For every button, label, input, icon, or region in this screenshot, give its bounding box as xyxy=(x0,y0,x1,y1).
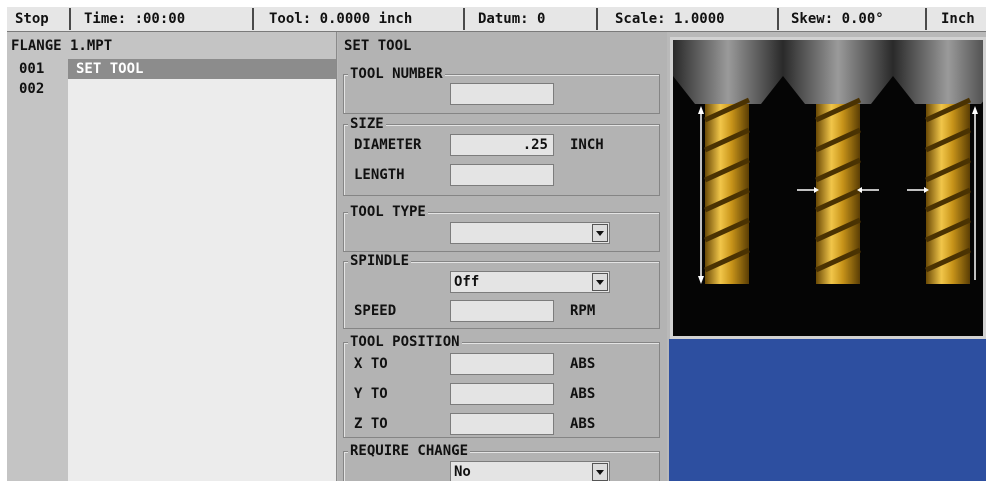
tool-preview-panel xyxy=(670,37,986,339)
x-to-unit: ABS xyxy=(570,356,596,372)
program-panel: FLANGE 1.MPT 001 002 SET TOOL xyxy=(7,32,337,481)
diameter-label: DIAMETER xyxy=(354,137,422,153)
chevron-down-icon[interactable] xyxy=(592,273,608,291)
divider xyxy=(777,8,779,30)
diameter-field[interactable]: .25 xyxy=(450,134,554,156)
x-to-label: X TO xyxy=(354,356,388,372)
run-time: Time: :00:00 xyxy=(84,11,186,27)
require-change-label: REQUIRE CHANGE xyxy=(348,443,471,459)
tool-position-label: TOOL POSITION xyxy=(348,334,462,350)
size-label: SIZE xyxy=(348,116,386,132)
speed-field[interactable] xyxy=(450,300,554,322)
speed-label: SPEED xyxy=(354,303,397,319)
x-to-field[interactable] xyxy=(450,353,554,375)
size-group: SIZE DIAMETER .25 INCH LENGTH xyxy=(343,116,660,196)
datum-readout: Datum: 0 xyxy=(478,11,546,27)
status-bar: Stop Time: :00:00 Tool: 0.0000 inch Datu… xyxy=(7,7,986,32)
program-file-name: FLANGE 1.MPT xyxy=(11,38,113,54)
tool-type-label: TOOL TYPE xyxy=(348,204,428,220)
divider xyxy=(925,8,927,30)
spindle-label: SPINDLE xyxy=(348,253,412,269)
tool-number-label: TOOL NUMBER xyxy=(348,66,445,82)
divider xyxy=(69,8,71,30)
scale-readout: Scale: 1.0000 xyxy=(615,11,725,27)
z-to-field[interactable] xyxy=(450,413,554,435)
y-to-field[interactable] xyxy=(450,383,554,405)
chevron-down-icon[interactable] xyxy=(592,224,608,242)
line-number: 002 xyxy=(19,81,45,97)
require-change-dropdown[interactable]: No xyxy=(450,461,610,481)
tool-length-icon xyxy=(673,40,783,284)
tool-number-group: TOOL NUMBER xyxy=(343,66,660,114)
tool-readout: Tool: 0.0000 inch xyxy=(269,11,413,27)
y-to-label: Y TO xyxy=(354,386,388,402)
divider xyxy=(596,8,598,30)
diameter-unit: INCH xyxy=(570,137,604,153)
tool-diameter-icon xyxy=(783,40,893,284)
length-label: LENGTH xyxy=(354,167,405,183)
speed-unit: RPM xyxy=(570,303,596,319)
tool-number-field[interactable] xyxy=(450,83,554,105)
program-line[interactable] xyxy=(68,79,336,99)
length-field[interactable] xyxy=(450,164,554,186)
program-line-selected[interactable]: SET TOOL xyxy=(68,59,336,79)
spindle-dropdown[interactable]: Off xyxy=(450,271,610,293)
divider xyxy=(252,8,254,30)
chevron-down-icon[interactable] xyxy=(592,463,608,481)
tool-position-group: TOOL POSITION X TO ABS Y TO ABS Z TO ABS xyxy=(343,334,660,438)
spindle-value: Off xyxy=(454,274,480,290)
program-list[interactable]: SET TOOL xyxy=(68,59,336,481)
cnc-screen: Stop Time: :00:00 Tool: 0.0000 inch Datu… xyxy=(7,7,986,481)
set-tool-dialog: SET TOOL TOOL NUMBER SIZE DIAMETER .25 I… xyxy=(338,32,667,481)
z-to-label: Z TO xyxy=(354,416,388,432)
require-change-group: REQUIRE CHANGE No xyxy=(343,443,660,481)
tool-type-dropdown[interactable] xyxy=(450,222,610,244)
tool-radius-icon xyxy=(893,40,983,284)
dialog-title: SET TOOL xyxy=(344,38,412,54)
spindle-group: SPINDLE Off SPEED RPM xyxy=(343,253,660,329)
y-to-unit: ABS xyxy=(570,386,596,402)
require-change-value: No xyxy=(454,464,471,480)
z-to-unit: ABS xyxy=(570,416,596,432)
units-readout[interactable]: Inch xyxy=(941,7,975,31)
tool-diagram xyxy=(673,40,983,284)
tool-type-group: TOOL TYPE xyxy=(343,204,660,252)
skew-readout: Skew: 0.00° xyxy=(791,11,884,27)
divider xyxy=(463,8,465,30)
line-number: 001 xyxy=(19,61,45,77)
blue-info-panel xyxy=(669,339,986,481)
line-number-column: 001 002 xyxy=(7,59,67,481)
machine-state: Stop xyxy=(15,11,49,27)
